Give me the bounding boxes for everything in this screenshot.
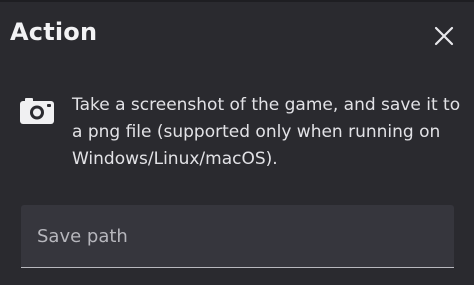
close-button[interactable] <box>426 18 462 54</box>
save-path-field[interactable] <box>21 205 454 268</box>
camera-icon <box>20 98 54 124</box>
dialog-top-edge <box>0 0 474 2</box>
save-path-input[interactable] <box>21 205 454 267</box>
close-icon <box>434 26 454 46</box>
dialog-title: Action <box>10 18 98 46</box>
action-description: Take a screenshot of the game, and save … <box>72 95 461 169</box>
action-dialog: Action Take a screenshot of the game, an… <box>0 0 474 285</box>
